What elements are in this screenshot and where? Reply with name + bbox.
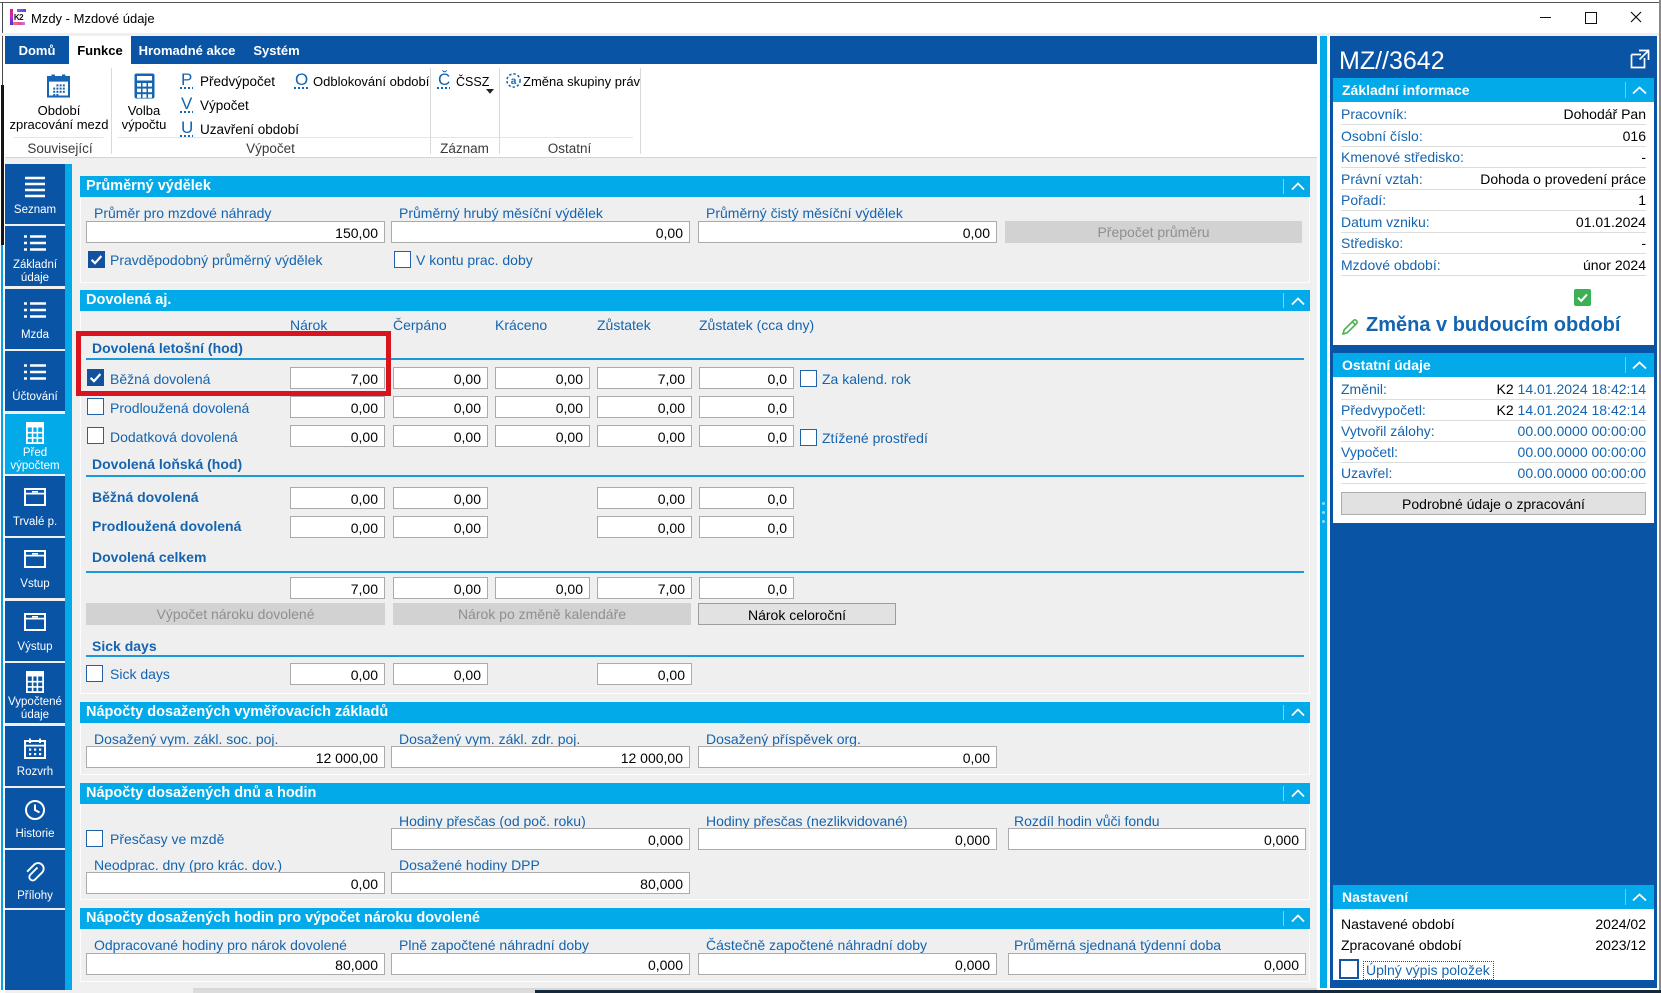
svg-text:a: a (511, 76, 517, 87)
